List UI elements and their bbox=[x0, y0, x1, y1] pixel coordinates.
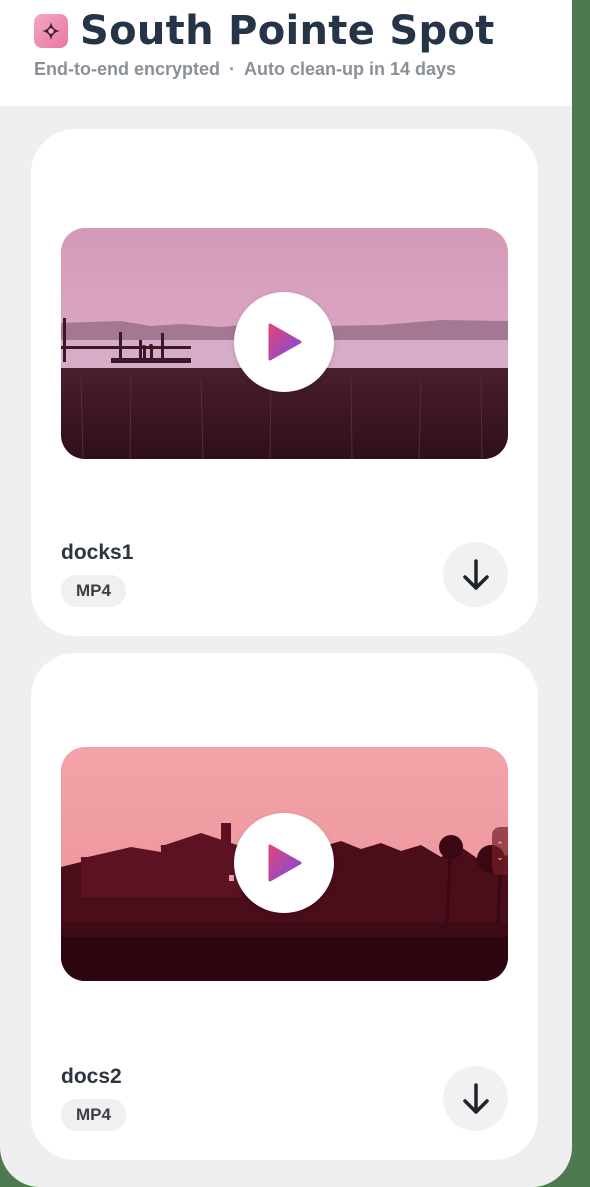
file-card: docks1 MP4 bbox=[31, 129, 538, 636]
download-button[interactable] bbox=[443, 1066, 508, 1131]
chevron-down-icon: ⌄ bbox=[496, 852, 504, 862]
file-type-badge: MP4 bbox=[61, 575, 126, 607]
arrow-down-icon bbox=[462, 1082, 489, 1114]
video-thumbnail[interactable]: ⌃ ⌄ bbox=[61, 747, 508, 981]
video-thumbnail[interactable] bbox=[61, 228, 508, 459]
arrow-down-icon bbox=[462, 558, 489, 590]
chevron-up-icon: ⌃ bbox=[496, 840, 504, 850]
file-card: ⌃ ⌄ docs2 MP4 bbox=[31, 653, 538, 1160]
play-icon bbox=[268, 323, 302, 361]
file-type-badge: MP4 bbox=[61, 1099, 126, 1131]
header: South Pointe Spot End-to-end encrypted · A… bbox=[0, 0, 572, 106]
play-icon bbox=[268, 844, 302, 882]
file-name: docks1 bbox=[61, 541, 134, 564]
play-button[interactable] bbox=[234, 813, 334, 913]
encryption-status: End-to-end encrypted bbox=[34, 59, 221, 79]
download-button[interactable] bbox=[443, 542, 508, 607]
play-button[interactable] bbox=[234, 292, 334, 392]
file-name: docs2 bbox=[61, 1065, 122, 1088]
scroll-handle[interactable]: ⌃ ⌄ bbox=[492, 827, 508, 875]
sparkle-icon bbox=[34, 14, 68, 48]
subtitle-separator: · bbox=[229, 59, 236, 79]
cleanup-notice: Auto clean-up in 14 days bbox=[244, 59, 457, 79]
page-card: South Pointe Spot End-to-end encrypted · A… bbox=[0, 0, 572, 1187]
page-title: South Pointe Spot bbox=[80, 8, 495, 54]
title-row: South Pointe Spot bbox=[34, 8, 495, 54]
header-subtitle: End-to-end encrypted · Auto clean-up in 14… bbox=[34, 59, 456, 80]
